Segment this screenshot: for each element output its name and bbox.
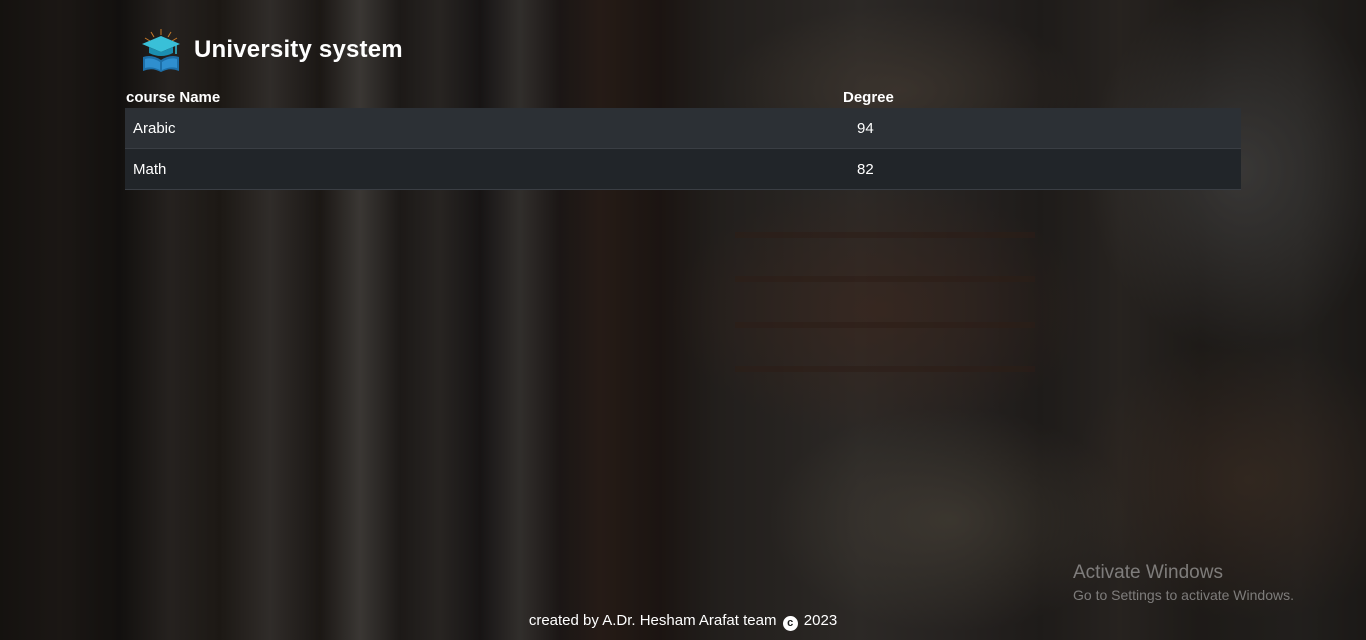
table-row: Math 82 bbox=[125, 149, 1241, 190]
column-header-degree: Degree bbox=[843, 89, 894, 106]
site-header: University system bbox=[140, 26, 403, 74]
site-footer: created by A.Dr. Hesham Arafat team c 20… bbox=[0, 612, 1366, 631]
copyright-icon: c bbox=[782, 616, 798, 631]
activate-windows-watermark: Activate Windows Go to Settings to activ… bbox=[1073, 562, 1294, 603]
watermark-subtitle: Go to Settings to activate Windows. bbox=[1073, 587, 1294, 603]
course-name-cell: Math bbox=[133, 160, 167, 178]
table-row: Arabic 94 bbox=[125, 108, 1241, 149]
footer-year: 2023 bbox=[803, 612, 838, 629]
graduation-cap-books-icon bbox=[142, 29, 180, 72]
table-header-row: course Name Degree bbox=[125, 84, 1241, 108]
column-header-course-name: course Name bbox=[126, 89, 221, 106]
watermark-title: Activate Windows bbox=[1073, 562, 1223, 583]
course-name-cell: Arabic bbox=[133, 119, 176, 137]
courses-table: course Name Degree Arabic 94 Math 82 bbox=[125, 84, 1241, 190]
degree-cell: 82 bbox=[857, 160, 874, 178]
page-title: University system bbox=[194, 36, 403, 63]
footer-credit-text: created by A.Dr. Hesham Arafat team bbox=[528, 612, 777, 629]
degree-cell: 94 bbox=[857, 119, 874, 137]
